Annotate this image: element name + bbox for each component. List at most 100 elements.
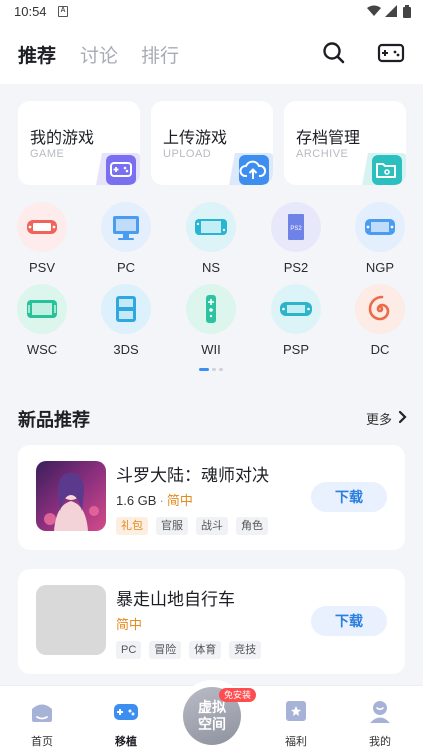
- tag: 冒险: [149, 641, 182, 659]
- ngp-icon: [355, 202, 405, 252]
- 3ds-icon: [101, 284, 151, 334]
- download-button[interactable]: 下载: [311, 482, 387, 512]
- tag: 体育: [189, 641, 222, 659]
- nav-label: 首页: [31, 736, 53, 748]
- upload-game-card[interactable]: 上传游戏 UPLOAD: [151, 101, 273, 185]
- tab-ranking[interactable]: 排行: [141, 41, 179, 68]
- profile-icon: [370, 701, 390, 723]
- no-install-badge: 免安装: [219, 688, 257, 702]
- page-indicator: [199, 368, 226, 386]
- page-dot: [219, 368, 223, 371]
- monitor-icon: [101, 202, 151, 252]
- platform-wsc[interactable]: WSC: [12, 284, 72, 357]
- platform-pc[interactable]: PC: [96, 202, 156, 275]
- tag: PC: [116, 641, 142, 659]
- section-title: 新品推荐: [18, 410, 90, 430]
- gift-icon: [286, 701, 306, 721]
- card-subtitle: ARCHIVE: [296, 148, 349, 160]
- ps2-icon: PS2: [271, 202, 321, 252]
- platform-label: 3DS: [113, 342, 139, 357]
- game-title: 暴走山地自行车: [116, 590, 235, 609]
- svg-text:PS2: PS2: [290, 226, 302, 232]
- platform-3ds[interactable]: 3DS: [96, 284, 156, 357]
- folder-icon: [362, 153, 406, 185]
- platform-psv[interactable]: PSV: [12, 202, 72, 275]
- platform-ns[interactable]: NS: [181, 202, 241, 275]
- my-games-card[interactable]: 我的游戏 GAME: [18, 101, 140, 185]
- battery-icon: [403, 5, 411, 18]
- tag: 竞技: [229, 641, 262, 659]
- platform-label: WII: [201, 342, 221, 357]
- platform-label: DC: [370, 342, 390, 357]
- game-card[interactable]: 斗罗大陆：魂师对决 1.6 GB · 简中 礼包 官服 战斗 角色 下载: [18, 445, 405, 550]
- game-tags: PC 冒险 体育 竞技: [116, 640, 269, 659]
- wii-remote-icon: [186, 284, 236, 334]
- platform-label: PSV: [28, 260, 55, 275]
- platform-label: PC: [116, 260, 136, 275]
- game-card[interactable]: 暴走山地自行车 简中 PC 冒险 体育 竞技 下载: [18, 569, 405, 674]
- home-icon: [32, 704, 52, 722]
- tab-discuss[interactable]: 讨论: [80, 41, 118, 68]
- card-title: 存档管理: [296, 130, 361, 147]
- platform-label: WSC: [26, 342, 58, 357]
- gamepad-icon: [114, 704, 138, 720]
- more-link[interactable]: 更多: [366, 409, 392, 428]
- platform-ngp[interactable]: NGP: [350, 202, 410, 275]
- nav-port[interactable]: 移植: [96, 686, 156, 749]
- card-title: 我的游戏: [30, 130, 95, 147]
- game-thumbnail: [36, 461, 106, 531]
- wifi-icon: [367, 5, 381, 16]
- platform-label: PS2: [283, 260, 309, 275]
- game-title: 斗罗大陆：魂师对决: [116, 466, 269, 485]
- archive-manage-card[interactable]: 存档管理 ARCHIVE: [284, 101, 406, 185]
- switch-icon: [186, 202, 236, 252]
- notification-icon: A: [58, 6, 68, 17]
- signal-icon: [385, 5, 397, 17]
- card-title: 上传游戏: [163, 130, 228, 147]
- card-subtitle: UPLOAD: [163, 148, 212, 160]
- nav-label: 福利: [285, 736, 307, 748]
- wsc-icon: [17, 284, 67, 334]
- search-icon[interactable]: [319, 38, 349, 68]
- page-dot-active: [199, 368, 209, 371]
- download-button[interactable]: 下载: [311, 606, 387, 636]
- card-subtitle: GAME: [30, 148, 65, 160]
- platform-ps2[interactable]: PS2 PS2: [266, 202, 326, 275]
- game-meta: 1.6 GB · 简中: [116, 490, 193, 509]
- platform-label: NS: [201, 260, 221, 275]
- nav-label: 我的: [369, 736, 391, 748]
- upload-cloud-icon: [229, 153, 273, 185]
- game-thumbnail-placeholder: [36, 585, 106, 655]
- game-tags: 礼包 官服 战斗 角色: [116, 516, 276, 535]
- game-size: 1.6 GB: [116, 493, 157, 508]
- page-dot: [212, 368, 216, 371]
- platform-dc[interactable]: DC: [350, 284, 410, 357]
- game-language: 简中: [166, 493, 193, 508]
- game-meta: 简中: [116, 614, 142, 633]
- status-bar: 10:54 A: [0, 0, 423, 24]
- psv-icon: [17, 202, 67, 252]
- tab-recommend[interactable]: 推荐: [18, 41, 56, 68]
- nav-welfare[interactable]: 福利: [266, 686, 326, 749]
- virtual-space-label-line2: 空间: [198, 716, 226, 732]
- status-time: 10:54: [14, 4, 47, 19]
- dc-swirl-icon: [355, 284, 405, 334]
- nav-profile[interactable]: 我的: [350, 686, 410, 749]
- nav-home[interactable]: 首页: [12, 686, 72, 749]
- virtual-space-label-line1: 虚拟: [198, 699, 226, 715]
- platform-label: NGP: [365, 260, 395, 275]
- tag: 官服: [156, 517, 188, 535]
- tag-gift: 礼包: [116, 517, 148, 535]
- top-header: 推荐 讨论 排行: [0, 24, 423, 84]
- platform-wii[interactable]: WII: [181, 284, 241, 357]
- tag: 角色: [236, 517, 268, 535]
- platform-psp[interactable]: PSP: [266, 284, 326, 357]
- gamepad-icon: [96, 153, 140, 185]
- nav-label: 移植: [115, 736, 137, 748]
- chevron-right-icon[interactable]: [398, 410, 407, 424]
- platform-label: PSP: [282, 342, 309, 357]
- separator-dot: ·: [159, 493, 164, 508]
- gamepad-icon[interactable]: [376, 38, 406, 68]
- psp-icon: [271, 284, 321, 334]
- tag: 战斗: [196, 517, 228, 535]
